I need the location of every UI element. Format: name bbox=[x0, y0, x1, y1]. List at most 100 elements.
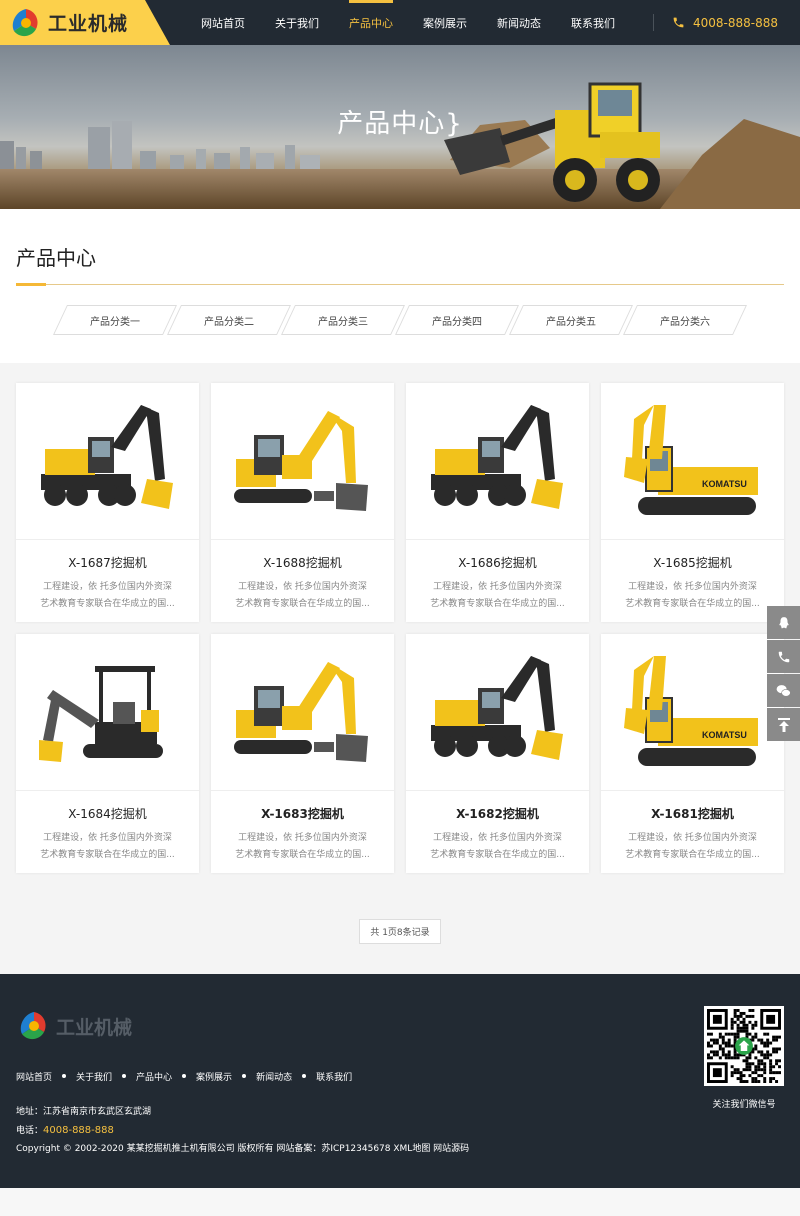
nav-item-0[interactable]: 网站首页 bbox=[186, 0, 260, 45]
qq-button[interactable] bbox=[767, 606, 800, 639]
product-image[interactable] bbox=[211, 634, 394, 791]
product-desc: 工程建设，依 托多位国内外资深 艺术教育专家联合在华成立的国... bbox=[406, 830, 589, 864]
product-desc-line: 艺术教育专家联合在华成立的国... bbox=[40, 599, 175, 609]
product-desc: 工程建设，依 托多位国内外资深 艺术教育专家联合在华成立的国... bbox=[211, 830, 394, 864]
footer-nav-item-5[interactable]: 联系我们 bbox=[316, 1070, 352, 1083]
product-desc-line: 工程建设，依 托多位国内外资深 bbox=[238, 833, 367, 843]
pagination-summary: 共 1页8条记录 bbox=[359, 919, 441, 944]
nav-item-4[interactable]: 新闻动态 bbox=[482, 0, 556, 45]
phone-button[interactable] bbox=[767, 640, 800, 673]
product-image[interactable]: KOMATSU bbox=[601, 383, 784, 540]
mini-excavator-yellow-image bbox=[233, 661, 368, 762]
product-desc-line: 艺术教育专家联合在华成立的国... bbox=[625, 599, 760, 609]
komatsu-excavator-image: KOMATSU bbox=[623, 404, 758, 515]
product-desc-line: 艺术教育专家联合在华成立的国... bbox=[235, 599, 370, 609]
product-card[interactable]: X-1684挖掘机工程建设，依 托多位国内外资深 艺术教育专家联合在华成立的国..… bbox=[16, 634, 199, 873]
footer-logo[interactable]: 工业机械 bbox=[18, 1010, 132, 1042]
logo-icon bbox=[12, 8, 38, 36]
logo-icon bbox=[20, 1012, 46, 1040]
product-title[interactable]: X-1683挖掘机 bbox=[211, 805, 394, 822]
category-tab-label: 产品分类五 bbox=[546, 316, 596, 328]
footer-copyright: Copyright © 2002-2020 某某挖掘机推土机有限公司 版权所有 … bbox=[16, 1144, 470, 1154]
product-desc-line: 工程建设，依 托多位国内外资深 bbox=[628, 582, 757, 592]
section-divider-accent bbox=[16, 283, 46, 286]
product-image[interactable] bbox=[211, 383, 394, 540]
product-image[interactable] bbox=[406, 383, 589, 540]
wechat-qr-code bbox=[704, 1006, 784, 1086]
product-desc-line: 工程建设，依 托多位国内外资深 bbox=[43, 582, 172, 592]
product-list: X-1687挖掘机 工程建设，依 托多位国内外资深 艺术教育专家联合在华成立的国..… bbox=[0, 363, 800, 974]
footer-nav-dot bbox=[122, 1074, 127, 1078]
header-phone: 4008-888-888 bbox=[672, 0, 778, 45]
product-desc: 工程建设，依 托多位国内外资深 艺术教育专家联合在华成立的国... bbox=[16, 830, 199, 864]
nav-item-2[interactable]: 产品中心 bbox=[334, 0, 408, 45]
footer-nav-dot bbox=[182, 1074, 187, 1078]
svg-text:KOMATSU: KOMATSU bbox=[702, 479, 747, 489]
phone-icon bbox=[673, 17, 684, 28]
wheel-excavator-image bbox=[40, 404, 173, 509]
komatsu-excavator-image: KOMATSU bbox=[623, 655, 758, 766]
product-desc: 工程建设，依 托多位国内外资深 艺术教育专家联合在华成立的国... bbox=[406, 579, 589, 613]
category-tab-6[interactable]: 产品分类六 bbox=[630, 305, 740, 335]
nav-item-5[interactable]: 联系我们 bbox=[556, 0, 630, 45]
logo[interactable]: 工业机械 bbox=[0, 0, 170, 45]
footer-phone-label: 电话： bbox=[16, 1126, 44, 1136]
footer-nav-dot bbox=[242, 1074, 247, 1078]
nav-item-3[interactable]: 案例展示 bbox=[408, 0, 482, 45]
category-tab-1[interactable]: 产品分类一 bbox=[60, 305, 170, 335]
footer-nav-item-3[interactable]: 案例展示 bbox=[196, 1070, 232, 1083]
wechat-button[interactable] bbox=[767, 674, 800, 707]
banner-title: 产品中心} bbox=[337, 109, 463, 139]
product-card[interactable]: X-1682挖掘机工程建设，依 托多位国内外资深 艺术教育专家联合在华成立的国..… bbox=[406, 634, 589, 873]
product-image[interactable] bbox=[16, 383, 199, 540]
category-tab-label: 产品分类六 bbox=[660, 316, 710, 328]
category-tab-2[interactable]: 产品分类二 bbox=[174, 305, 284, 335]
wechat-icon bbox=[776, 684, 791, 697]
qr-label: 关注我们微信号 bbox=[712, 1100, 776, 1110]
phone-number: 4008-888-888 bbox=[693, 15, 779, 30]
product-desc: 工程建设，依 托多位国内外资深 艺术教育专家联合在华成立的国... bbox=[601, 579, 784, 613]
footer-nav-item-4[interactable]: 新闻动态 bbox=[256, 1070, 292, 1083]
footer-nav-item-2[interactable]: 产品中心 bbox=[136, 1070, 172, 1083]
footer-phone: 电话：4008-888-888 bbox=[16, 1123, 114, 1136]
product-title[interactable]: X-1687挖掘机 bbox=[16, 554, 199, 571]
pagination: 共 1页8条记录 bbox=[16, 919, 784, 944]
product-desc-line: 艺术教育专家联合在华成立的国... bbox=[430, 850, 565, 860]
product-card[interactable]: KOMATSU X-1681挖掘机工程建设，依 托多位国内外资深 艺术教育专家联合… bbox=[601, 634, 784, 873]
category-tab-4[interactable]: 产品分类四 bbox=[402, 305, 512, 335]
logo-text: 工业机械 bbox=[48, 13, 129, 35]
banner: 产品中心} bbox=[0, 45, 800, 209]
product-title[interactable]: X-1688挖掘机 bbox=[211, 554, 394, 571]
product-card[interactable]: X-1688挖掘机 工程建设，依 托多位国内外资深 艺术教育专家联合在华成立的国..… bbox=[211, 383, 394, 622]
product-image[interactable] bbox=[16, 634, 199, 791]
product-title[interactable]: X-1684挖掘机 bbox=[16, 805, 199, 822]
product-title[interactable]: X-1686挖掘机 bbox=[406, 554, 589, 571]
header: 工业机械 网站首页 关于我们 产品中心 案例展示 新闻动态 联系我们 4008-888-8… bbox=[0, 0, 800, 45]
qr-code-icon bbox=[707, 1009, 781, 1083]
product-card[interactable]: X-1686挖掘机工程建设，依 托多位国内外资深 艺术教育专家联合在华成立的国..… bbox=[406, 383, 589, 622]
footer-phone-number: 4008-888-888 bbox=[43, 1125, 114, 1136]
footer-nav: 网站首页 关于我们 产品中心 案例展示 新闻动态 联系我们 bbox=[16, 1070, 352, 1083]
product-desc-line: 艺术教育专家联合在华成立的国... bbox=[625, 850, 760, 860]
product-desc-line: 工程建设，依 托多位国内外资深 bbox=[433, 833, 562, 843]
product-image[interactable]: KOMATSU bbox=[601, 634, 784, 791]
product-title[interactable]: X-1685挖掘机 bbox=[601, 554, 784, 571]
product-title[interactable]: X-1681挖掘机 bbox=[601, 805, 784, 822]
product-desc-line: 工程建设，依 托多位国内外资深 bbox=[628, 833, 757, 843]
product-title[interactable]: X-1682挖掘机 bbox=[406, 805, 589, 822]
product-card[interactable]: X-1687挖掘机工程建设，依 托多位国内外资深 艺术教育专家联合在华成立的国..… bbox=[16, 383, 199, 622]
product-grid: X-1687挖掘机 工程建设，依 托多位国内外资深 艺术教育专家联合在华成立的国..… bbox=[16, 383, 784, 873]
side-toolbar bbox=[767, 606, 800, 742]
product-card[interactable]: X-1683挖掘机工程建设，依 托多位国内外资深 艺术教育专家联合在华成立的国..… bbox=[211, 634, 394, 873]
footer-address: 地址：江苏省南京市玄武区玄武湖 bbox=[16, 1107, 152, 1117]
wheel-excavator-image bbox=[430, 655, 563, 760]
category-tab-5[interactable]: 产品分类五 bbox=[516, 305, 626, 335]
back-to-top-button[interactable] bbox=[767, 708, 800, 741]
category-tab-3[interactable]: 产品分类三 bbox=[288, 305, 398, 335]
section-header: 产品中心 产品分类一 产品分类二 产品分类三 产品分类四 产品分类五 产品分类六 bbox=[0, 209, 800, 363]
product-card[interactable]: KOMATSU X-1685挖掘机工程建设，依 托多位国内外资深 艺术教育专家联合… bbox=[601, 383, 784, 622]
footer-nav-item-0[interactable]: 网站首页 bbox=[16, 1070, 52, 1083]
product-image[interactable] bbox=[406, 634, 589, 791]
nav-item-1[interactable]: 关于我们 bbox=[260, 0, 334, 45]
footer-nav-item-1[interactable]: 关于我们 bbox=[76, 1070, 112, 1083]
